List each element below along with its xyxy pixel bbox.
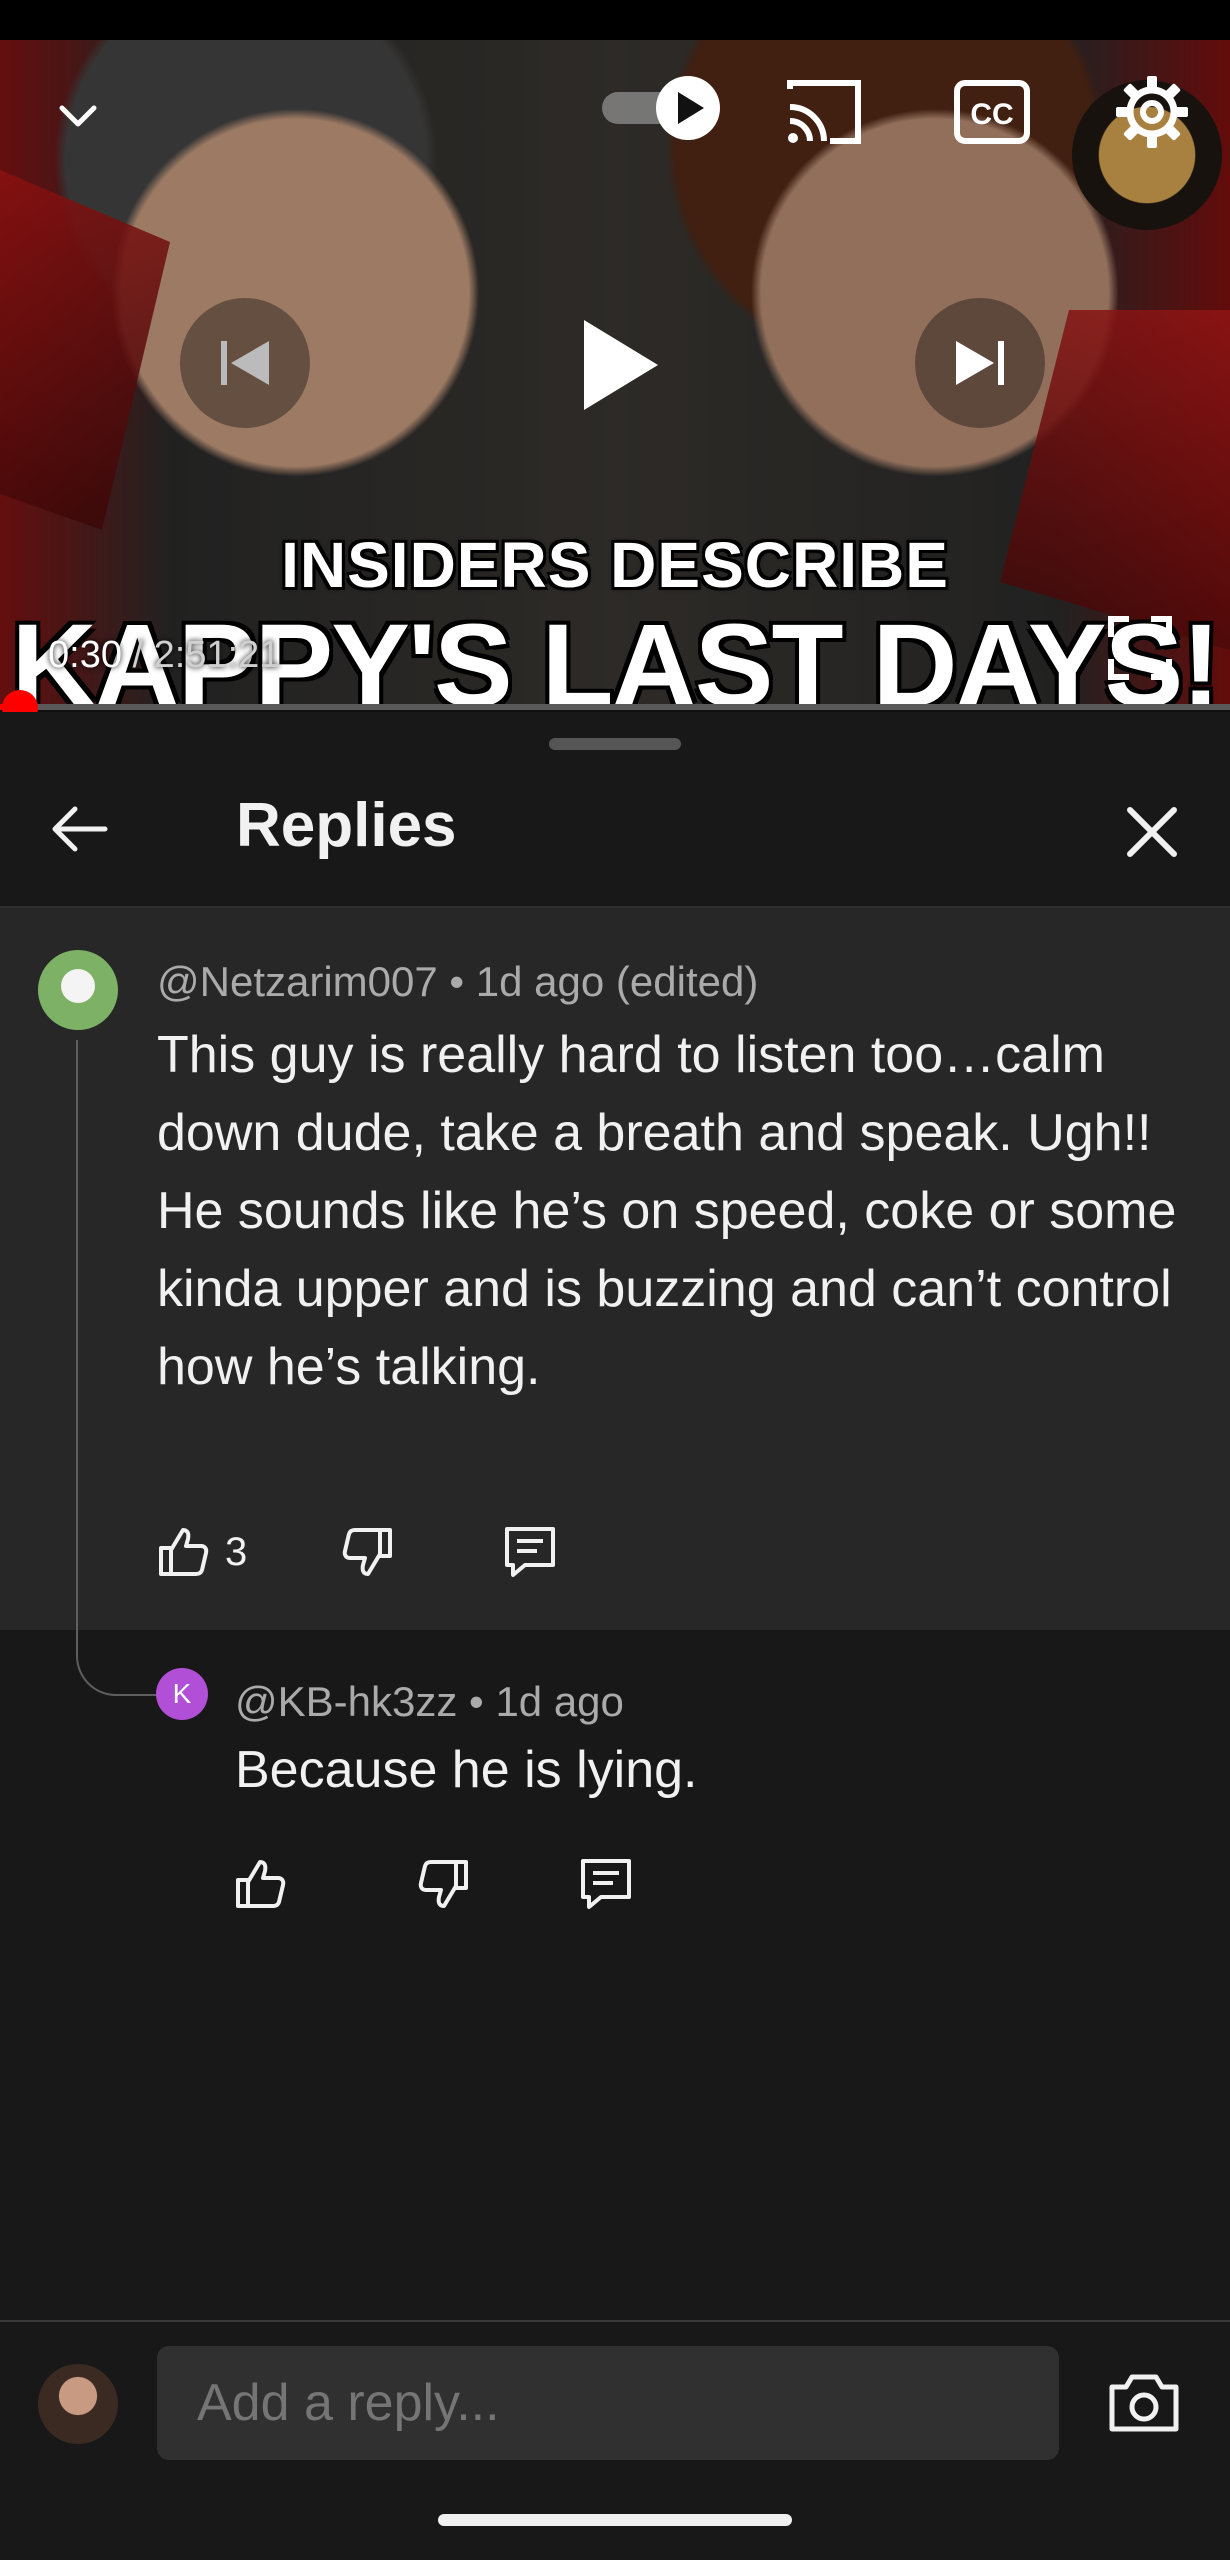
dislike-button[interactable] — [336, 1520, 400, 1584]
thumbs-down-icon — [342, 1528, 392, 1576]
like-count: 3 — [225, 1529, 248, 1574]
next-icon[interactable] — [915, 298, 1045, 428]
reply-input[interactable] — [157, 2346, 1059, 2460]
reply-dislike-button[interactable] — [412, 1852, 476, 1916]
comment-meta: @Netzarim007 • 1d ago (edited) — [157, 958, 758, 1006]
chevron-down-icon[interactable] — [42, 80, 114, 152]
status-bar — [0, 0, 1230, 40]
thumbs-down-icon — [418, 1860, 468, 1908]
fullscreen-icon[interactable] — [1100, 608, 1180, 688]
reply-text: Because he is lying. — [235, 1741, 698, 1799]
captions-icon[interactable]: CC — [950, 70, 1034, 154]
camera-icon[interactable] — [1100, 2362, 1188, 2442]
thumbnail-headline-1: INSIDERS DESCRIBE — [281, 529, 949, 601]
captions-label: CC — [970, 98, 1013, 131]
thumbs-up-icon — [236, 1860, 286, 1908]
comment-text: This guy is really hard to listen too…ca… — [157, 1016, 1177, 1406]
avatar[interactable] — [38, 950, 118, 1030]
comment-age: 1d ago (edited) — [475, 958, 759, 1005]
thumbs-up-icon — [159, 1528, 209, 1576]
progress-bar-track[interactable] — [0, 704, 1230, 710]
close-icon[interactable] — [1110, 790, 1194, 874]
avatar[interactable]: K — [156, 1668, 208, 1720]
home-indicator[interactable] — [438, 2514, 792, 2526]
settings-icon[interactable] — [1108, 68, 1196, 156]
thread-connector — [76, 1610, 158, 1696]
previous-icon[interactable] — [180, 298, 310, 428]
reply-like-button[interactable] — [228, 1852, 292, 1916]
reply-reply-button[interactable] — [574, 1852, 638, 1916]
comment-icon — [581, 1859, 631, 1909]
time-separator: / — [121, 634, 154, 676]
reply-meta: @KB-hk3zz • 1d ago — [235, 1678, 624, 1726]
reply-button[interactable] — [498, 1520, 562, 1584]
autoplay-toggle-icon[interactable] — [598, 68, 728, 148]
panel-title: Replies — [236, 791, 457, 860]
thread-line — [76, 1040, 78, 1652]
time-total: 2:51:21 — [153, 634, 281, 676]
avatar[interactable] — [38, 2364, 118, 2444]
reply-age: 1d ago — [495, 1678, 624, 1725]
time-display: 0:30 / 2:51:21 — [48, 634, 280, 677]
video-player[interactable]: INSIDERS DESCRIBE KAPPY'S LAST DAYS! CC — [0, 40, 1230, 705]
comment-icon — [505, 1527, 555, 1577]
play-icon[interactable] — [545, 295, 685, 435]
meta-dot: • — [469, 1678, 484, 1725]
like-button[interactable]: 3 — [155, 1520, 247, 1584]
time-current: 0:30 — [48, 634, 122, 676]
arrow-left-icon[interactable] — [40, 790, 118, 868]
comment-paragraph: He sounds like he’s on speed, coke or so… — [157, 1182, 1177, 1396]
reply-author[interactable]: @KB-hk3zz — [235, 1678, 457, 1725]
comment-author[interactable]: @Netzarim007 — [157, 958, 438, 1005]
cast-icon[interactable] — [780, 70, 868, 154]
comment-paragraph: This guy is really hard to listen too…ca… — [157, 1026, 1152, 1162]
meta-dot: • — [449, 958, 465, 1005]
panel-drag-handle[interactable] — [549, 738, 681, 750]
